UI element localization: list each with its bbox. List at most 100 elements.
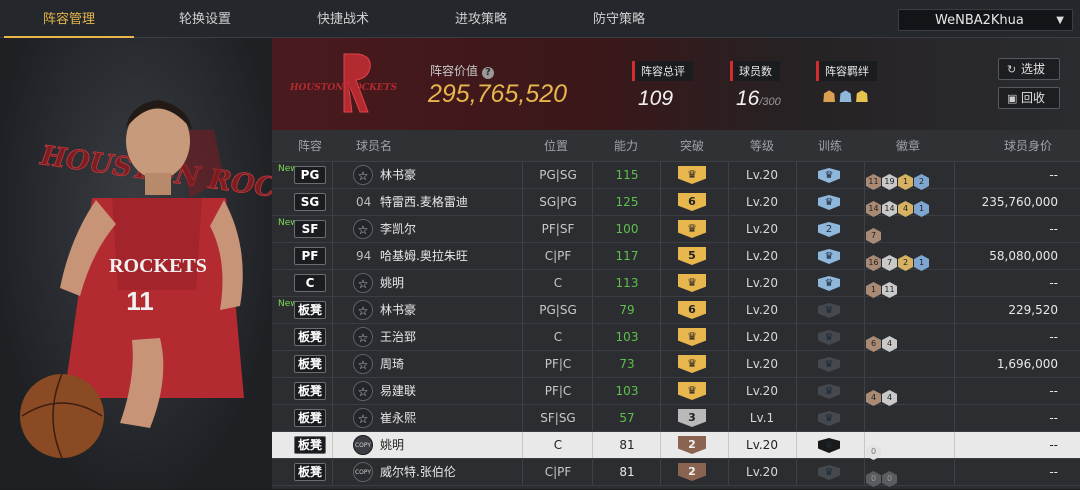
breakthrough-badge[interactable]: 6 <box>678 193 706 211</box>
training-icon[interactable]: ♛ <box>818 411 840 426</box>
training-icon[interactable]: ♛ <box>818 303 840 318</box>
player-position: C|PF <box>544 465 572 479</box>
player-name[interactable]: 姚明 <box>380 270 404 296</box>
col-level[interactable]: 等级 <box>750 130 774 162</box>
player-level: Lv.20 <box>746 249 778 263</box>
player-name[interactable]: 周琦 <box>380 351 404 377</box>
table-row[interactable]: PF 94 哈基姆.奥拉朱旺 C|PF 117 5 Lv.20 ♛ 16 7 2 1 58,080,00… <box>272 243 1080 271</box>
col-ability[interactable]: 能力 <box>614 130 638 162</box>
player-name[interactable]: 林书豪 <box>380 297 416 323</box>
crown-icon[interactable]: ♛ <box>678 328 706 346</box>
lineup-value: 295,765,520 <box>428 80 568 108</box>
training-badge[interactable]: 2 <box>818 222 840 237</box>
training-icon[interactable]: ♛ <box>818 330 840 345</box>
player-name[interactable]: 崔永熙 <box>380 405 416 431</box>
player-name[interactable]: 哈基姆.奥拉朱旺 <box>380 243 468 269</box>
tab-offense[interactable]: 进攻策略 <box>416 0 546 38</box>
player-name[interactable]: 威尔特.张伯伦 <box>380 459 456 485</box>
training-icon[interactable]: ♛ <box>818 249 840 264</box>
player-level: Lv.20 <box>746 330 778 344</box>
col-lineup[interactable]: 阵容 <box>298 130 322 162</box>
lineup-position-badge: 板凳 <box>294 301 326 319</box>
player-name[interactable]: 李凯尔 <box>380 216 416 242</box>
player-level: Lv.20 <box>746 222 778 236</box>
table-row[interactable]: New PG ☆ 林书豪 PG|SG 115 ♛ Lv.20 ♛ 11 19 1 2 -- <box>272 162 1080 190</box>
player-position: C <box>553 438 563 452</box>
crown-icon[interactable]: ♛ <box>678 220 706 238</box>
player-name[interactable]: 特雷西.麦格雷迪 <box>380 189 468 215</box>
jersey-team: ROCKETS <box>109 255 207 277</box>
table-row[interactable]: 板凳 ☆ 易建联 PF|C 103 ♛ Lv.20 ♛ 4 4 -- <box>272 378 1080 406</box>
training-icon[interactable]: ♛ <box>818 465 840 480</box>
table-row[interactable]: C ☆ 姚明 C 113 ♛ Lv.20 ♛ 1 11 -- <box>272 270 1080 298</box>
player-portrait: HOUSTON ROCKETS ROCKETS 11 <box>20 100 272 459</box>
column-divider <box>332 324 333 350</box>
table-row[interactable]: SG 04 特雷西.麦格雷迪 SG|PG 125 6 Lv.20 ♛ 14 14 4 1 235,760… <box>272 189 1080 217</box>
logo-text: HOUSTON ROCKETS <box>289 83 397 93</box>
table-row[interactable]: New 板凳 ☆ 林书豪 PG|SG 79 6 Lv.20 ♛ 229,520 <box>272 297 1080 324</box>
training-icon[interactable]: ♛ <box>818 357 840 372</box>
player-name[interactable]: 王治郅 <box>380 324 416 350</box>
jersey-number: 94 <box>356 249 372 263</box>
training-icon[interactable]: ♛ <box>818 438 840 453</box>
player-level: Lv.20 <box>746 303 778 317</box>
training-icon[interactable]: ♛ <box>818 384 840 399</box>
breakthrough-badge[interactable]: 6 <box>678 301 706 319</box>
player-name[interactable]: 姚明 <box>380 432 404 458</box>
breakthrough-badge[interactable]: 3 <box>678 409 706 427</box>
table-row[interactable]: 板凳 ☆ 王治郅 C 103 ♛ Lv.20 ♛ 6 4 -- <box>272 324 1080 352</box>
crown-icon[interactable]: ♛ <box>678 166 706 184</box>
column-divider <box>522 243 523 269</box>
chemistry-icons[interactable]: ☗☗☗ <box>816 87 877 106</box>
button-label: 选拔 <box>1021 62 1046 76</box>
table-row[interactable]: 板凳 COPY 威尔特.张伯伦 C|PF 81 2 Lv.20 ♛ 0 0 -- <box>272 459 1080 487</box>
col-training[interactable]: 训练 <box>818 130 842 162</box>
table-row[interactable]: New SF ☆ 李凯尔 PF|SF 100 ♛ Lv.20 2 7 -- <box>272 216 1080 244</box>
tab-rotation[interactable]: 轮换设置 <box>140 0 270 38</box>
breakthrough-badge[interactable]: 2 <box>678 436 706 454</box>
lineup-position-badge: SF <box>294 220 326 238</box>
account-dropdown[interactable]: WeNBA2Khua ▼ <box>898 9 1073 31</box>
player-level: Lv.20 <box>746 465 778 479</box>
tab-defense[interactable]: 防守策略 <box>554 0 684 38</box>
table-row[interactable]: 板凳 ☆ 周琦 PF|C 73 ♛ Lv.20 ♛ 1,696,000 <box>272 351 1080 378</box>
star-icon: ☆ <box>353 327 373 347</box>
breakthrough-badge[interactable]: 5 <box>678 247 706 265</box>
tab-label: 快捷战术 <box>316 12 369 27</box>
help-icon[interactable]: ? <box>482 67 495 79</box>
col-badges[interactable]: 徽章 <box>896 130 920 162</box>
player-level: Lv.20 <box>746 276 778 290</box>
player-level: Lv.20 <box>746 168 778 182</box>
crown-icon[interactable]: ♛ <box>678 274 706 292</box>
column-divider <box>864 324 865 350</box>
recycle-icon: ▣ <box>1007 92 1018 105</box>
col-breakthrough[interactable]: 突破 <box>680 130 704 162</box>
column-divider <box>864 351 865 377</box>
crown-icon[interactable]: ♛ <box>678 382 706 400</box>
col-position[interactable]: 位置 <box>544 130 568 162</box>
breakthrough-badge[interactable]: 2 <box>678 463 706 481</box>
col-player-value[interactable]: 球员身价 <box>1004 130 1052 162</box>
table-row[interactable]: 板凳 COPY 姚明 C 81 2 Lv.20 ♛ 0 -- <box>272 432 1080 460</box>
training-icon[interactable]: ♛ <box>818 276 840 291</box>
player-name[interactable]: 林书豪 <box>380 162 416 188</box>
player-name[interactable]: 易建联 <box>380 378 416 404</box>
training-icon[interactable]: ♛ <box>818 195 840 210</box>
recycle-button[interactable]: ▣ 回收 <box>998 87 1060 109</box>
col-player-name[interactable]: 球员名 <box>356 130 392 162</box>
player-count-max: /300 <box>759 96 781 108</box>
tab-lineup[interactable]: 阵容管理 <box>4 0 134 38</box>
crown-icon[interactable]: ♛ <box>678 355 706 373</box>
chemistry-group-icon: ☗ <box>838 87 855 106</box>
player-ability: 103 <box>615 384 639 398</box>
player-market-value: -- <box>1049 168 1058 182</box>
table-row[interactable]: 板凳 ☆ 崔永熙 SF|SG 57 3 Lv.1 ♛ -- <box>272 405 1080 432</box>
column-divider <box>332 459 333 485</box>
column-divider <box>332 162 333 188</box>
tab-quick-tactics[interactable]: 快捷战术 <box>278 0 408 38</box>
training-icon[interactable]: ♛ <box>818 168 840 183</box>
scout-button[interactable]: ↻ 选拔 <box>998 58 1060 80</box>
team-header: HOUSTON ROCKETS 阵容价值? 295,765,520 阵容总评 1… <box>272 38 1080 130</box>
jersey-number: 11 <box>126 286 154 316</box>
player-position: SG|PG <box>539 195 577 209</box>
